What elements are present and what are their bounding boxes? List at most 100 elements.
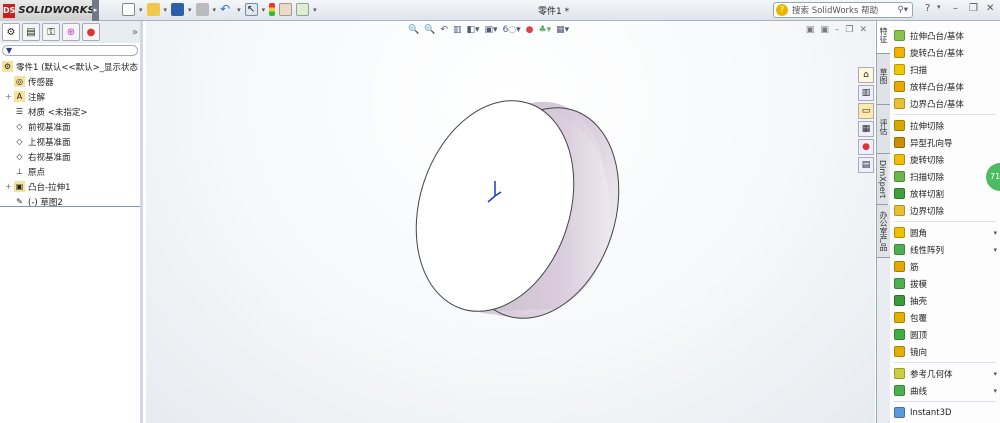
command-item[interactable]: 圆角 ▾ bbox=[890, 224, 1000, 241]
help-search-input[interactable]: ? 搜索 SolidWorks 帮助 ⚲▾ bbox=[773, 2, 913, 18]
tree-item[interactable]: + A 注解 bbox=[0, 89, 140, 104]
display-manager-tab-icon[interactable]: ● bbox=[82, 23, 100, 41]
custom-properties-icon[interactable]: ▤ bbox=[858, 157, 874, 173]
tree-item[interactable]: ◇ 右视基准面 bbox=[0, 149, 140, 164]
command-label: Instant3D bbox=[910, 407, 952, 418]
command-label: 扫描切除 bbox=[910, 172, 945, 183]
command-item[interactable]: 拔模 bbox=[890, 275, 1000, 292]
command-item[interactable]: 扫描 bbox=[890, 61, 1000, 78]
tree-item[interactable]: ⊥ 原点 bbox=[0, 164, 140, 179]
command-item[interactable]: 扫描切除 bbox=[890, 168, 1000, 185]
dropdown-icon[interactable]: ▾ bbox=[139, 6, 143, 14]
ds-logo-icon: DS bbox=[3, 3, 16, 18]
solidworks-resources-icon[interactable]: ⌂ bbox=[858, 67, 874, 83]
select-icon[interactable]: ↖ bbox=[244, 3, 258, 16]
command-icon bbox=[894, 188, 905, 199]
dimxpert-manager-tab-icon[interactable]: ⊕ bbox=[62, 23, 80, 41]
print-icon[interactable] bbox=[195, 3, 209, 16]
rebuild-icon[interactable] bbox=[269, 3, 276, 16]
command-icon bbox=[894, 244, 905, 255]
search-icon[interactable]: ⚲▾ bbox=[898, 5, 909, 15]
dropdown-icon[interactable]: ▾ bbox=[993, 370, 997, 378]
command-label: 线性阵列 bbox=[910, 245, 945, 256]
configuration-manager-tab-icon[interactable]: ⚿ bbox=[42, 23, 60, 41]
feature-filter-input[interactable]: ▼ bbox=[2, 45, 138, 56]
command-item[interactable]: 放样凸台/基体 bbox=[890, 78, 1000, 95]
file-explorer-icon[interactable]: ▭ bbox=[858, 103, 874, 119]
menu-expand-arrow[interactable]: ▸ bbox=[92, 0, 99, 21]
tab-sketch[interactable]: 草图 bbox=[877, 54, 890, 105]
open-icon[interactable] bbox=[146, 3, 160, 16]
command-item[interactable]: 圆顶 bbox=[890, 326, 1000, 343]
document-title: 零件1 * bbox=[538, 7, 570, 17]
command-item[interactable]: 参考几何体 ▾ bbox=[890, 365, 1000, 382]
dropdown-icon[interactable]: ▾ bbox=[993, 387, 997, 395]
command-item[interactable]: 旋转切除 bbox=[890, 151, 1000, 168]
options-icon[interactable] bbox=[296, 3, 310, 16]
expand-icon[interactable]: + bbox=[5, 182, 14, 191]
tree-item[interactable]: ◇ 前视基准面 bbox=[0, 119, 140, 134]
command-item[interactable]: 抽壳 bbox=[890, 292, 1000, 309]
save-icon[interactable] bbox=[171, 3, 185, 16]
dropdown-icon[interactable]: ▾ bbox=[937, 3, 941, 11]
more-tabs-icon[interactable]: » bbox=[132, 27, 138, 38]
command-item[interactable]: 线性阵列 ▾ bbox=[890, 241, 1000, 258]
tree-item[interactable]: ⚙ 零件1 (默认<<默认>_显示状态 bbox=[0, 59, 140, 74]
design-library-icon[interactable]: ▥ bbox=[858, 85, 874, 101]
command-label: 放样凸台/基体 bbox=[910, 82, 964, 93]
command-item[interactable]: 旋转凸台/基体 bbox=[890, 44, 1000, 61]
tree-item[interactable]: ◎ 传感器 bbox=[0, 74, 140, 89]
appearances-icon[interactable]: ● bbox=[858, 139, 874, 155]
command-item[interactable]: 拉伸凸台/基体 bbox=[890, 27, 1000, 44]
tree-item[interactable]: ◇ 上视基准面 bbox=[0, 134, 140, 149]
undo-icon[interactable]: ↶ bbox=[220, 3, 233, 16]
command-item[interactable]: 镜向 bbox=[890, 343, 1000, 360]
command-item[interactable]: 筋 bbox=[890, 258, 1000, 275]
app-name: SOLIDWORKS bbox=[18, 5, 95, 16]
command-item[interactable]: 拉伸切除 bbox=[890, 117, 1000, 134]
tab-features[interactable]: 特征 bbox=[877, 21, 890, 54]
command-item[interactable]: 放样切割 bbox=[890, 185, 1000, 202]
tree-item[interactable]: ☰ 材质 <未指定> bbox=[0, 104, 140, 119]
dropdown-icon[interactable]: ▾ bbox=[313, 6, 317, 14]
command-icon bbox=[894, 137, 905, 148]
feature-manager-tab-icon[interactable]: ⚙ bbox=[2, 23, 20, 41]
help-button[interactable]: ? bbox=[925, 3, 930, 14]
dropdown-icon[interactable]: ▾ bbox=[164, 6, 168, 14]
view-palette-icon[interactable]: ▦ bbox=[858, 121, 874, 137]
tab-evaluate[interactable]: 评估 bbox=[877, 105, 890, 154]
command-item[interactable]: 边界切除 bbox=[890, 202, 1000, 219]
dropdown-icon[interactable]: ▾ bbox=[993, 246, 997, 254]
new-icon[interactable] bbox=[122, 3, 135, 16]
command-icon bbox=[894, 385, 905, 396]
solidworks-logo[interactable]: DS SOLIDWORKS bbox=[0, 0, 95, 21]
command-item[interactable]: 包覆 bbox=[890, 309, 1000, 326]
command-item[interactable]: Instant3D bbox=[890, 404, 1000, 421]
dropdown-icon[interactable]: ▾ bbox=[188, 6, 192, 14]
tree-item[interactable]: + ▣ 凸台-拉伸1 bbox=[0, 179, 140, 194]
command-icon bbox=[894, 30, 905, 41]
tab-office-products[interactable]: 办公室产品 bbox=[877, 205, 890, 259]
command-label: 圆角 bbox=[910, 228, 928, 239]
expand-icon[interactable]: + bbox=[5, 92, 14, 101]
dropdown-icon[interactable]: ▾ bbox=[993, 229, 997, 237]
command-label: 圆顶 bbox=[910, 330, 928, 341]
command-label: 筋 bbox=[910, 262, 919, 273]
command-icon bbox=[894, 261, 905, 272]
dropdown-icon[interactable]: ▾ bbox=[237, 6, 241, 14]
restore-button[interactable]: ❐ bbox=[969, 3, 978, 14]
cylinder-model[interactable] bbox=[146, 21, 875, 423]
tab-dimxpert[interactable]: DimXpert bbox=[877, 154, 888, 206]
command-icon bbox=[894, 407, 905, 418]
dropdown-icon[interactable]: ▾ bbox=[262, 6, 266, 14]
graphics-viewport[interactable]: 🔍 🔍 ↶ ▥ ◧▾ ▣▾ 6◌▾ ● ♣▾ ▦▾ ▣ ▣ – ❐ ✕ bbox=[146, 21, 875, 423]
minimize-button[interactable]: – bbox=[953, 3, 958, 14]
tree-item-label: 右视基准面 bbox=[28, 152, 71, 163]
command-item[interactable]: 边界凸台/基体 bbox=[890, 95, 1000, 112]
file-properties-icon[interactable] bbox=[279, 3, 293, 16]
property-manager-tab-icon[interactable]: ▤ bbox=[22, 23, 40, 41]
dropdown-icon[interactable]: ▾ bbox=[213, 6, 217, 14]
command-item[interactable]: 异型孔向导 bbox=[890, 134, 1000, 151]
close-button[interactable]: ✕ bbox=[986, 3, 994, 14]
command-item[interactable]: 曲线 ▾ bbox=[890, 382, 1000, 399]
